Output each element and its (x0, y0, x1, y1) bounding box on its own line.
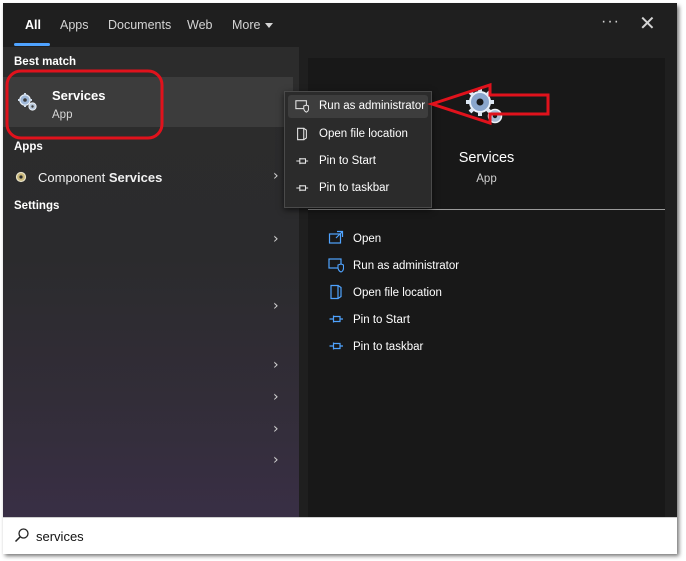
menu-item-pin-to-taskbar[interactable]: Pin to taskbar (288, 177, 428, 200)
results-panel: Best match Services App Apps Component S… (3, 47, 299, 517)
shield-window-icon (328, 258, 344, 273)
menu-item-run-as-administrator[interactable]: Run as administrator (288, 95, 428, 118)
settings-heading: Settings (14, 200, 60, 212)
chevron-right-icon[interactable]: › (273, 298, 279, 314)
search-icon (14, 527, 30, 548)
pin-icon (329, 315, 343, 323)
tab-web[interactable]: Web (187, 18, 212, 32)
pin-icon (296, 157, 309, 165)
search-bar (3, 517, 677, 554)
tab-documents[interactable]: Documents (108, 18, 171, 32)
menu-item-label: Run as administrator (319, 100, 426, 112)
close-icon[interactable]: ✕ (639, 11, 656, 36)
action-pin-to-start-label: Pin to Start (353, 314, 410, 326)
chevron-right-icon[interactable]: › (273, 168, 279, 184)
menu-item-open-file-location[interactable]: Open file location (288, 123, 428, 146)
more-options-icon[interactable]: ··· (601, 13, 620, 31)
best-match-heading: Best match (14, 56, 76, 68)
windows-search-window: All Apps Documents Web More ··· ✕ Best m… (3, 3, 677, 554)
open-icon (328, 230, 344, 244)
tab-more-label: More (232, 18, 261, 32)
component-services-label-match: Services (108, 170, 163, 185)
tab-apps[interactable]: Apps (60, 18, 89, 32)
chevron-right-icon[interactable]: › (273, 421, 279, 437)
tab-all[interactable]: All (25, 18, 41, 32)
pin-icon (329, 342, 343, 350)
chevron-right-icon[interactable]: › (273, 231, 279, 247)
action-open-label: Open (353, 233, 382, 245)
divider (308, 209, 665, 210)
folder-location-icon (330, 284, 342, 300)
component-services-label-prefix: Component (38, 170, 109, 185)
shield-window-icon (295, 100, 309, 113)
tab-more[interactable]: More (232, 18, 274, 32)
component-services-label: Component Services (38, 170, 162, 185)
apps-heading: Apps (14, 141, 43, 153)
best-match-title: Services (52, 88, 106, 103)
chevron-right-icon[interactable]: › (273, 389, 279, 405)
best-match-subtitle: App (52, 109, 73, 121)
component-services-icon (14, 170, 28, 189)
menu-item-label: Pin to Start (319, 155, 376, 167)
action-open-file-location-label: Open file location (353, 287, 442, 299)
action-pin-to-taskbar-label: Pin to taskbar (353, 341, 424, 353)
menu-item-pin-to-start[interactable]: Pin to Start (288, 150, 428, 173)
menu-item-label: Open file location (319, 128, 408, 140)
pin-icon (296, 184, 309, 192)
search-input[interactable] (36, 527, 636, 545)
chevron-down-icon (265, 23, 274, 29)
best-match-item[interactable] (3, 77, 293, 127)
search-filter-tabs: All Apps Documents Web More ··· ✕ (3, 3, 677, 47)
chevron-right-icon[interactable]: › (273, 452, 279, 468)
chevron-right-icon[interactable]: › (273, 357, 279, 373)
menu-item-label: Pin to taskbar (319, 182, 390, 194)
folder-location-icon (297, 127, 307, 141)
active-tab-indicator (14, 43, 50, 46)
gears-icon (17, 91, 39, 118)
context-menu: Run as administrator Open file location … (284, 91, 432, 208)
action-run-as-administrator-label: Run as administrator (353, 260, 460, 272)
gears-icon (466, 88, 506, 133)
list-item-component-services[interactable]: Component Services › (3, 164, 293, 190)
